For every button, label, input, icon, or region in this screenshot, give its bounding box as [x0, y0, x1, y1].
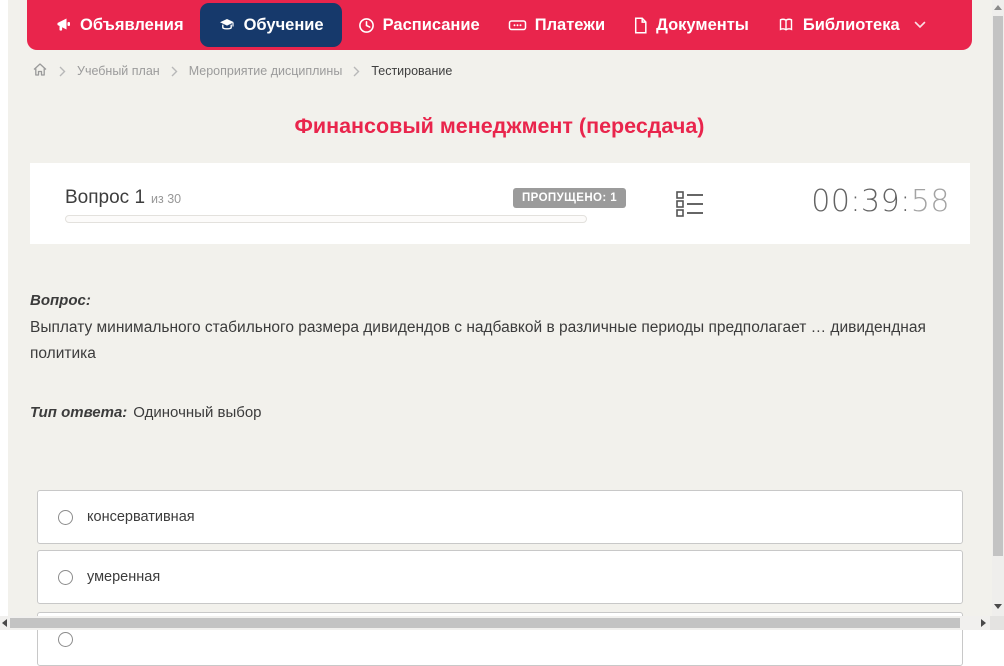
scroll-left-arrow-icon[interactable] — [2, 619, 7, 627]
scroll-up-arrow-icon[interactable] — [994, 5, 1002, 10]
progress-bar — [65, 215, 587, 223]
question-number: Вопрос 1 из 30 — [65, 187, 181, 209]
scroll-down-arrow-icon[interactable] — [994, 604, 1002, 609]
nav-item-library[interactable]: Библиотека — [763, 3, 940, 47]
nav-item-label: Расписание — [382, 15, 480, 34]
question-list-icon[interactable] — [676, 190, 704, 218]
home-icon[interactable] — [32, 62, 48, 80]
chevron-right-icon — [171, 66, 178, 77]
nav-item-payments[interactable]: Платежи — [494, 3, 619, 47]
nav-item-label: Документы — [656, 15, 749, 34]
nav-item-learning[interactable]: Обучение — [199, 3, 342, 47]
document-icon — [633, 17, 648, 34]
page-title: Финансовый менеджмент (пересдача) — [294, 114, 705, 138]
book-icon — [777, 17, 795, 33]
timer: 00:39:58 — [811, 184, 950, 219]
nav-item-label: Обучение — [243, 15, 324, 34]
answer-option-label: умеренная — [87, 569, 161, 585]
radio-icon[interactable] — [58, 631, 73, 647]
nav-item-schedule[interactable]: Расписание — [344, 3, 494, 47]
answer-option[interactable]: умеренная — [37, 550, 963, 604]
scrollbar-corner — [990, 616, 1004, 630]
breadcrumb-discipline-event[interactable]: Мероприятие дисциплины — [189, 64, 343, 78]
horizontal-scrollbar[interactable] — [0, 616, 990, 630]
nav-item-label: Платежи — [534, 15, 606, 34]
timer-minutes: 00:39: — [811, 184, 911, 219]
question-text: Выплату минимального стабильного размера… — [30, 319, 926, 362]
vertical-scrollbar-thumb[interactable] — [993, 16, 1003, 556]
scroll-right-arrow-icon[interactable] — [981, 619, 986, 627]
question-prompt-label: Вопрос: — [30, 292, 91, 309]
nav-item-documents[interactable]: Документы — [619, 3, 763, 47]
graduation-cap-icon — [218, 17, 236, 33]
answer-option-label: консервативная — [87, 509, 195, 525]
chevron-right-icon — [353, 66, 360, 77]
nav-item-announcements[interactable]: Объявления — [41, 3, 198, 47]
question-header-card: Вопрос 1 из 30 ПРОПУЩЕНО: 1 00:39:58 — [30, 163, 970, 244]
timer-seconds: 58 — [910, 184, 950, 219]
clock-icon — [358, 17, 375, 34]
megaphone-icon — [55, 17, 72, 33]
answer-type-label: Тип ответа: — [30, 404, 128, 421]
breadcrumb-testing: Тестирование — [371, 64, 453, 78]
question-of-total: из 30 — [151, 192, 182, 206]
chevron-right-icon — [59, 66, 66, 77]
answer-option[interactable]: консервативная — [37, 490, 963, 544]
payments-icon — [508, 17, 527, 33]
breadcrumb-curriculum[interactable]: Учебный план — [77, 64, 160, 78]
nav-item-label: Объявления — [80, 15, 184, 34]
radio-icon[interactable] — [58, 569, 73, 585]
chevron-down-icon — [914, 21, 926, 29]
nav-item-label: Библиотека — [802, 15, 900, 34]
skipped-badge: ПРОПУЩЕНО: 1 — [513, 188, 627, 208]
breadcrumb: Учебный план Мероприятие дисциплины Тест… — [32, 62, 452, 80]
top-nav: Объявления Обучение Расписание Платежи Д… — [27, 0, 972, 50]
page: Объявления Обучение Расписание Платежи Д… — [0, 0, 1004, 666]
vertical-scrollbar[interactable] — [992, 0, 1004, 616]
answer-type-value: Одиночный выбор — [133, 404, 262, 421]
answer-type-line: Тип ответа: Одиночный выбор — [30, 404, 262, 421]
question-number-label: Вопрос 1 — [65, 187, 146, 208]
horizontal-scrollbar-thumb[interactable] — [10, 618, 960, 628]
radio-icon[interactable] — [58, 509, 73, 525]
